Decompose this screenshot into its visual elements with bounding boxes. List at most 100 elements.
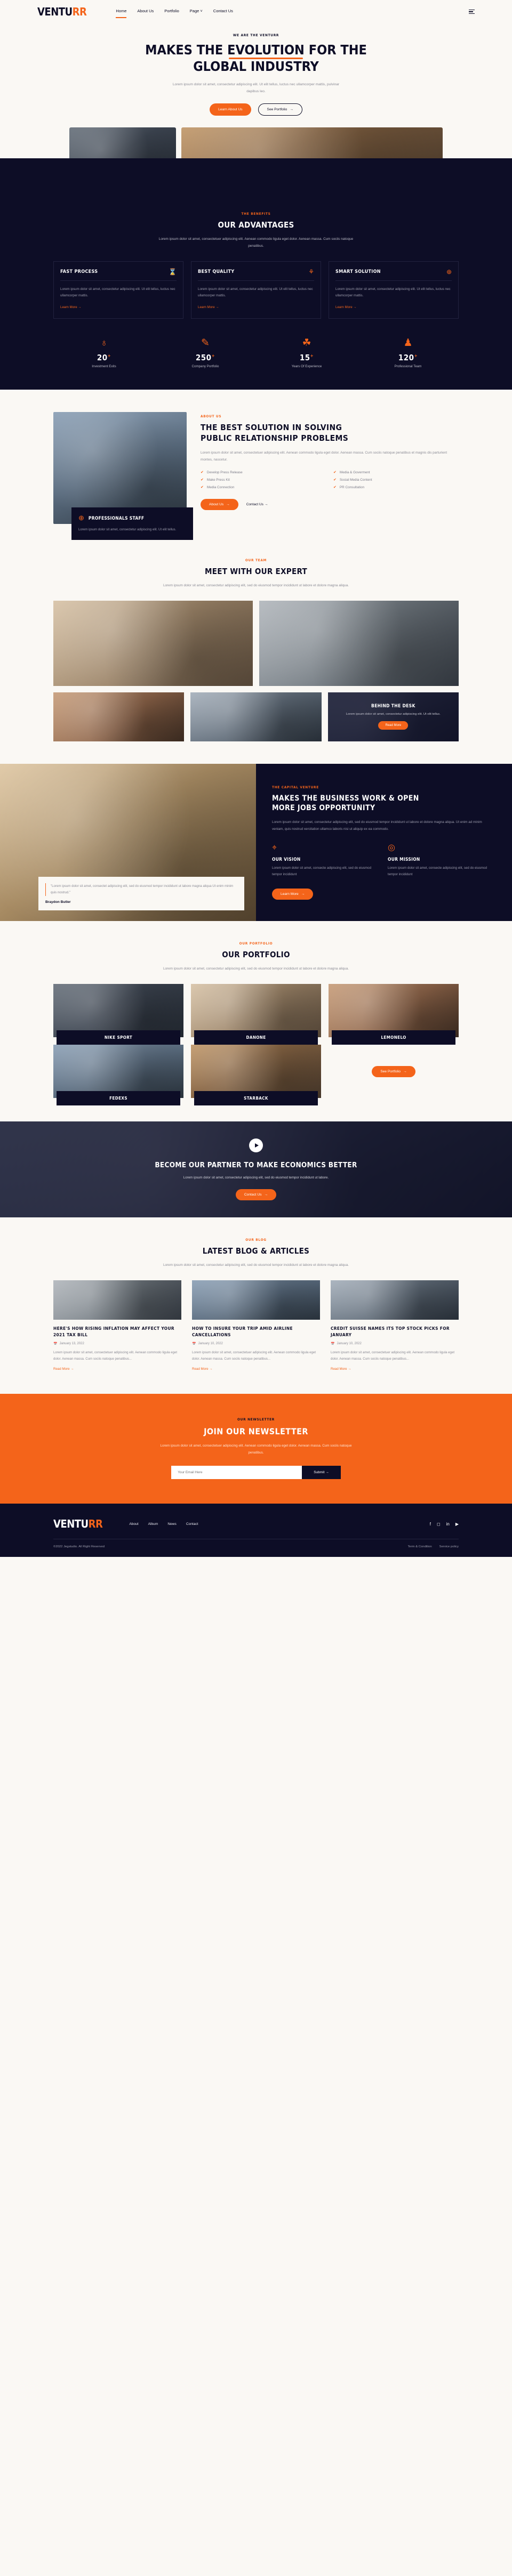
team-photo-row-bottom: BEHIND THE DESK Lorem ipsum dolor sit am… [53,692,459,741]
portfolio-item-label: LEMONELO [332,1030,455,1045]
nav-item-page[interactable]: Page ˅ [190,9,203,15]
check-icon: ✔ [333,478,337,482]
team-member-photo[interactable] [259,600,459,686]
email-field[interactable] [171,1466,302,1480]
globe-icon: ♁ [100,337,108,349]
cta-title: BECOME OUR PARTNER TO MAKE ECONOMICS BET… [155,1161,357,1170]
see-portfolio-button[interactable]: See Portfolio → [372,1065,415,1077]
instagram-icon[interactable]: ◻ [437,1522,441,1527]
service-policy-link[interactable]: Service policy [439,1545,459,1548]
stat-value: 250+ [195,352,215,362]
footer-logo[interactable]: VENTURR [53,1517,103,1531]
about-feature-item: ✔ Make Press Kit [201,478,230,482]
advantage-learn-more-link[interactable]: Learn More → [198,305,219,309]
hero-title-part-b: FOR THE [304,42,367,58]
arrow-right-icon: → [325,1471,329,1475]
blog-eyebrow: OUR BLOG [245,1238,267,1242]
arrow-right-icon: → [215,305,219,309]
portfolio-item[interactable]: LEMONELO [329,984,459,1045]
document-pen-icon: ✎ [201,337,210,349]
capital-content-column: THE CAPITAL VENTURE MAKES THE BUSINESS W… [256,763,512,921]
youtube-icon[interactable]: ▶ [455,1522,459,1527]
nav-item-portfolio[interactable]: Portfolio [164,9,179,15]
stat-item: ☘ 15+ Years Of Experience [256,338,357,368]
contact-us-link[interactable]: Contact Us → [246,503,268,506]
team-photo-row-top [53,600,459,686]
advantage-card-title: BEST QUALITY [198,269,235,274]
advantage-card[interactable]: FAST PROCESS ⌛ Lorem ipsum dolor sit ame… [53,261,183,319]
advantage-card[interactable]: BEST QUALITY ⚘ Lorem ipsum dolor sit ame… [191,261,321,319]
calendar-icon: 📅 [192,1342,196,1346]
about-us-button[interactable]: About Us → [201,499,238,511]
portfolio-item[interactable]: DANONE [191,984,321,1045]
footer-link-album[interactable]: Album [148,1522,158,1526]
cta-contact-us-button[interactable]: Contact Us → [235,1189,277,1201]
blog-post-card[interactable]: HERE'S HOW RISING INFLATION MAY AFFECT Y… [53,1280,181,1372]
hamburger-icon[interactable] [469,9,475,14]
advantage-learn-more-link[interactable]: Learn More → [335,305,357,309]
blog-post-excerpt: Lorem ipsum dolor sit amet, consectetuer… [53,1350,178,1361]
stat-item: ✎ 250+ Company Portfolio [155,338,256,368]
blog-post-title: HERE'S HOW RISING INFLATION MAY AFFECT Y… [53,1326,174,1337]
stat-label: Investment Exits [92,364,116,368]
arrow-right-icon: → [78,305,82,309]
arrow-right-icon: → [226,503,230,507]
team-member-photo[interactable] [53,692,185,741]
term-and-condition-link[interactable]: Term & Condition [407,1545,431,1548]
footer-link-news[interactable]: News [167,1522,177,1526]
play-icon[interactable] [249,1138,263,1153]
blog-post-excerpt: Lorem ipsum dolor sit amet, consectetuer… [331,1350,455,1361]
portfolio-item[interactable]: FEDEXS [53,1045,183,1106]
advantages-subtitle: Lorem ipsum dolor sit amet, consectetuer… [158,237,354,248]
blog-read-more-link[interactable]: Read More → [53,1367,74,1371]
about-body: Lorem ipsum dolor sit amet, consectetuer… [201,451,447,462]
our-vision-text: Lorem ipsum dolor sit amet, consecte adi… [272,866,371,876]
our-vision-block: ⌖ OUR VISION Lorem ipsum dolor sit amet,… [272,843,375,878]
nav-item-contact-us[interactable]: Contact Us [213,9,233,15]
testimonial-card: "Lorem ipsum dolor sit amet, consectet a… [38,877,244,910]
submit-button[interactable]: Submit → [302,1466,341,1480]
cta-text: Lorem ipsum dolor sit amet, consectetur … [183,1176,329,1180]
facebook-icon[interactable]: f [430,1522,431,1527]
arrow-right-icon: → [70,1367,74,1371]
hourglass-icon: ⌛ [169,268,177,276]
cta-video-section: BECOME OUR PARTNER TO MAKE ECONOMICS BET… [0,1121,512,1218]
blog-read-more-link[interactable]: Read More → [192,1367,213,1371]
nav-item-home[interactable]: Home [116,9,127,18]
behind-the-desk-card[interactable]: BEHIND THE DESK Lorem ipsum dolor sit am… [327,692,459,741]
capital-title-line1: MAKES THE BUSINESS WORK & OPEN [272,794,419,803]
portfolio-eyebrow: OUR PORTFOLIO [239,941,273,946]
blog-post-card[interactable]: CREDIT SUISSE NAMES ITS TOP STOCK PICKS … [331,1280,459,1372]
linkedin-icon[interactable]: in [446,1522,450,1527]
about-feature-list: ✔ Develop Press Release ✔ Media & Govermen… [201,470,459,490]
about-feature-item: ✔ Media Connection [201,485,235,490]
footer-link-contact[interactable]: Contact [186,1522,198,1526]
blog-read-more-link[interactable]: Read More → [331,1367,351,1371]
portfolio-title: OUR PORTFOLIO [222,950,290,959]
team-member-photo[interactable] [190,692,322,741]
blog-post-date: 📅 January 10, 2022 [192,1342,223,1346]
footer-link-about[interactable]: About [129,1522,138,1526]
our-vision-title: OUR VISION [272,856,301,862]
advantage-card-text: Lorem ipsum dolor sit amet, consectetur … [60,287,175,298]
our-mission-title: OUR MISSION [388,856,420,862]
behind-the-desk-read-more-button[interactable]: Read More [378,721,409,730]
chevron-down-icon: ˅ [200,9,203,13]
footer-logo-text: VENTU [53,1517,89,1531]
blog-post-image [53,1280,181,1320]
see-portfolio-button[interactable]: See Portfolio → [258,103,302,116]
portfolio-item[interactable]: NIKE SPORT [53,984,183,1045]
blog-post-card[interactable]: HOW TO INSURE YOUR TRIP AMID AIRLINE CAN… [192,1280,320,1372]
nav-item-about-us[interactable]: About Us [137,9,154,15]
logo-text-dark: VENTU [37,5,73,18]
portfolio-item[interactable]: STARBACK [191,1045,321,1106]
advantage-card[interactable]: SMART SOLUTION ⊕ Lorem ipsum dolor sit a… [329,261,459,319]
portfolio-item-label: NIKE SPORT [57,1030,180,1045]
learn-about-us-button[interactable]: Learn About Us [210,103,251,116]
capital-learn-more-button[interactable]: Learn More → [272,889,314,900]
arrow-right-icon: → [290,107,293,111]
advantage-learn-more-link[interactable]: Learn More → [60,305,82,309]
team-member-photo[interactable] [53,600,253,686]
site-logo[interactable]: VENTURR [37,5,87,18]
brain-icon: ⊕ [446,268,452,276]
